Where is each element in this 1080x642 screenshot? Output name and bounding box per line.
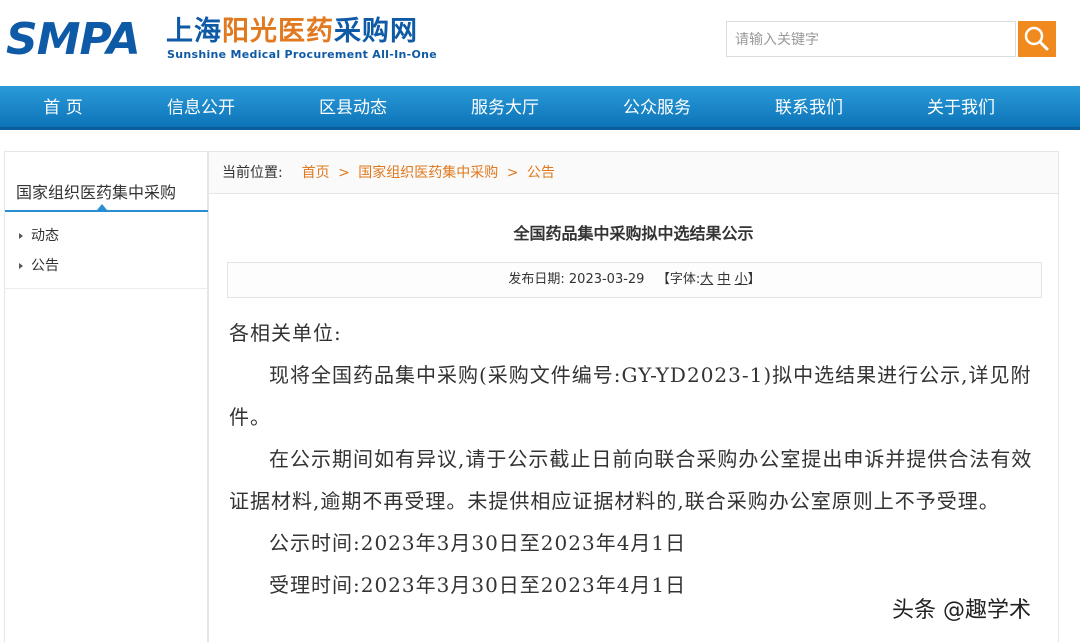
triangle-right-icon [19,263,23,269]
sidebar-item-announcements[interactable]: 公告 [19,255,59,277]
paragraph: 现将全国药品集中采购(采购文件编号:GY-YD2023-1)拟中选结果进行公示,… [229,363,1032,429]
caret-up-icon [97,204,107,210]
breadcrumb: 当前位置: 首页 > 国家组织医药集中采购 > 公告 [209,152,1058,194]
salutation: 各相关单位: [229,321,342,345]
search-input[interactable] [726,21,1016,57]
article-body: 各相关单位: 现将全国药品集中采购(采购文件编号:GY-YD2023-1)拟中选… [229,312,1044,606]
sidebar-item-news[interactable]: 动态 [19,225,59,247]
nav-item-about-us[interactable]: 关于我们 [891,86,1031,130]
nav-item-info-disclosure[interactable]: 信息公开 [131,86,271,130]
nav-item-public-service[interactable]: 公众服务 [587,86,727,130]
breadcrumb-category-link[interactable]: 国家组织医药集中采购 [358,165,498,181]
breadcrumb-home-link[interactable]: 首页 [302,165,330,181]
nav-item-service-hall[interactable]: 服务大厅 [435,86,575,130]
article-meta: 发布日期: 2023-03-29 【字体:大 中 小】 [227,262,1042,298]
sidebar-item-label: 动态 [31,228,59,244]
publish-date: 2023-03-29 [568,272,645,287]
search-button[interactable] [1018,21,1056,57]
logo-chinese-name: 上海阳光医药采购网 [166,16,418,47]
logo-abbr: SMPA [6,14,141,65]
breadcrumb-separator: > [338,165,350,181]
font-size-small[interactable]: 小 [735,272,748,287]
magnifier-icon [1024,26,1049,51]
watermark: 头条 @趣学术 [892,598,1031,623]
paragraph: 在公示期间如有异议,请于公示截止日前向联合采购办公室提出申诉并提供合法有效证据材… [229,447,1033,513]
sidebar: 国家组织医药集中采购 动态 公告 [4,151,209,642]
font-size-close: 】 [747,272,761,287]
notice-period: 公示时间:2023年3月30日至2023年4月1日 [269,531,687,555]
nav-item-contact-us[interactable]: 联系我们 [739,86,879,130]
nav-item-home[interactable]: 首 页 [0,86,133,130]
main-nav: 首 页 信息公开 区县动态 服务大厅 公众服务 联系我们 关于我们 [0,86,1080,130]
sidebar-item-label: 公告 [31,258,59,274]
sidebar-title: 国家组织医药集中采购 [5,178,209,212]
date-label: 发布日期: [508,272,565,287]
breadcrumb-label: 当前位置: [222,165,283,181]
site-logo[interactable]: SMPA 上海阳光医药采购网 Sunshine Medical Procurem… [6,14,446,66]
font-size-medium[interactable]: 中 [717,272,730,287]
triangle-right-icon [19,233,23,239]
font-size-large[interactable]: 大 [700,272,713,287]
site-header: SMPA 上海阳光医药采购网 Sunshine Medical Procurem… [0,0,1080,86]
nav-item-district-news[interactable]: 区县动态 [283,86,423,130]
breadcrumb-separator: > [506,165,519,181]
breadcrumb-current-link[interactable]: 公告 [527,165,555,181]
main-content: 当前位置: 首页 > 国家组织医药集中采购 > 公告 全国药品集中采购拟中选结果… [208,151,1059,642]
sidebar-divider [5,288,207,289]
font-size-label: 【字体: [656,272,701,287]
logo-english-name: Sunshine Medical Procurement All-In-One [167,48,438,61]
article-title: 全国药品集中采购拟中选结果公示 [513,224,754,243]
